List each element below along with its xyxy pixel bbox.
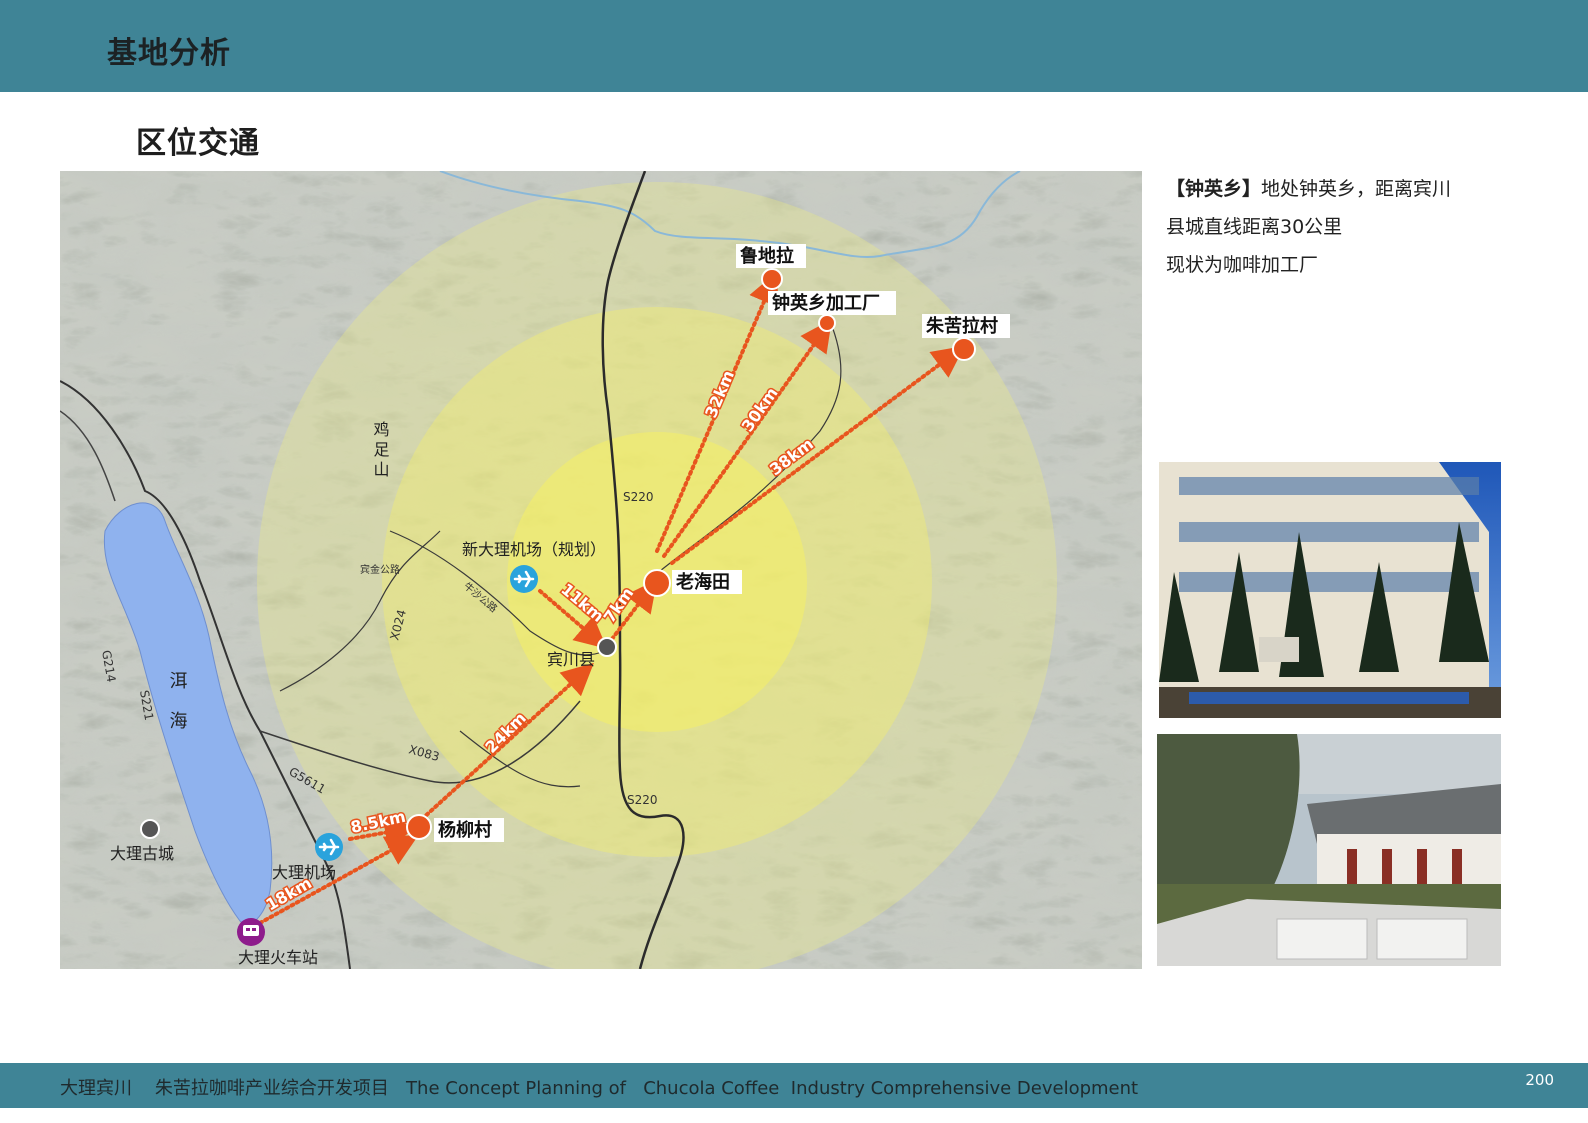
place-label-ludila: 鲁地拉 [740,245,794,267]
marker-ludila[interactable] [761,268,783,290]
road-label-a: 宾金公路 [360,563,400,576]
description-line-2: 县城直线距离30公里 [1166,216,1343,238]
marker-zhongying-factory[interactable] [818,314,836,332]
road-label-s220-north: S220 [623,490,654,504]
place-label-dali-oldtown: 大理古城 [110,844,174,863]
place-label-jizushan: 鸡足山 [371,421,390,481]
footer-bar: 大理宾川 朱苦拉咖啡产业综合开发项目 The Concept Planning … [0,1063,1588,1108]
place-label-dali-station: 大理火车站 [238,948,318,967]
place-label-zhongying-factory: 钟英乡加工厂 [772,292,880,314]
description-line-1-rest: 地处钟英乡，距离宾川 [1261,178,1452,200]
place-label-new-airport: 新大理机场（规划） [462,540,606,559]
page-number: 200 [1525,1071,1554,1089]
marker-yangliucun[interactable] [406,814,432,840]
factory-building-photo [1159,462,1501,718]
place-label-zhukulacun: 朱苦拉村 [926,315,998,337]
marker-dali-oldtown[interactable] [140,819,160,839]
header-bar: 基地分析 [0,0,1588,92]
description-line-3: 现状为咖啡加工厂 [1166,254,1319,276]
location-map[interactable]: 32km 30km 38km 11km 7km 24km 8.5km 18km … [60,171,1142,969]
place-label-erhai: 洱海 [167,671,188,751]
footer-project-title: 大理宾川 朱苦拉咖啡产业综合开发项目 The Concept Planning … [60,1078,1139,1099]
site-description: 【钟英乡】地处钟英乡，距离宾川 县城直线距离30公里 现状为咖啡加工厂 [1166,170,1546,284]
marker-zhukulacun[interactable] [952,337,976,361]
page-title: 基地分析 [107,36,231,71]
airplane-icon[interactable] [315,833,343,861]
section-title: 区位交通 [136,126,260,161]
place-label-dali-airport: 大理机场 [272,863,336,882]
road-label-s220-south: S220 [627,793,658,807]
description-line-1: 【钟英乡】地处钟英乡，距离宾川 [1166,170,1546,208]
marker-laohaitian[interactable] [643,569,671,597]
description-bracket: 【钟英乡】 [1166,178,1262,200]
marker-binchuan[interactable] [597,637,617,657]
courtyard-photo [1157,734,1501,966]
place-label-laohaitian: 老海田 [676,571,730,593]
airplane-icon[interactable] [510,565,538,593]
train-icon[interactable] [237,918,265,946]
place-label-yangliucun: 杨柳村 [438,819,492,841]
place-label-binchuan: 宾川县 [547,650,595,669]
